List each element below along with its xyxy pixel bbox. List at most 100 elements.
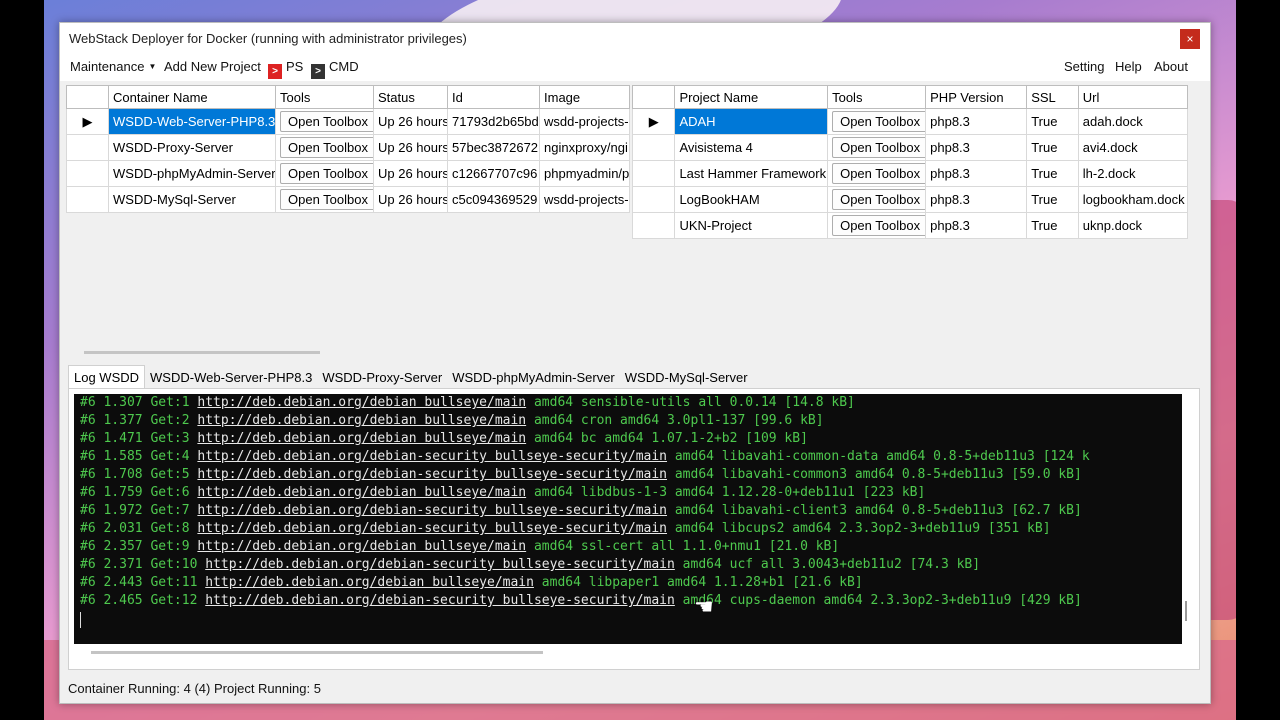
log-suffix: amd64 cups-daemon amd64 2.3.3op2-3+deb11… [674,593,1082,608]
open-toolbox-button[interactable]: Open Toolbox [832,215,925,236]
menu-add-project[interactable]: Add New Project [164,59,261,74]
menu-help[interactable]: Help [1115,59,1142,74]
log-suffix: amd64 sensible-utils all 0.0.14 [14.8 kB… [526,395,855,410]
log-console[interactable]: #6 1.307 Get:1 http://deb.debian.org/deb… [74,394,1182,644]
menu-maintenance[interactable]: Maintenance ▼ [70,59,156,74]
log-suffix: amd64 ucf all 3.0043+deb11u2 [74.3 kB] [674,557,981,572]
console-hscrollbar[interactable] [91,651,543,654]
terminal-icon: > [311,64,325,79]
log-url-link[interactable]: http://deb.debian.org/debian bullseye/ma… [197,485,526,500]
menu-about[interactable]: About [1154,59,1188,74]
log-prefix: #6 2.371 Get:10 [80,557,206,572]
open-toolbox-button[interactable]: Open Toolbox [832,189,925,210]
log-url-link[interactable]: http://deb.debian.org/debian bullseye/ma… [205,575,534,590]
tools-cell: Open Toolbox [827,108,927,135]
col-status[interactable]: Status [373,85,448,109]
id-cell: c12667707c96 [447,160,540,187]
menu-cmd[interactable]: > CMD [311,59,359,79]
row-selector[interactable]: ▶ [66,108,109,135]
project-name[interactable]: Avisistema 4 [674,134,829,161]
log-prefix: #6 1.972 Get:7 [80,503,198,518]
log-url-link[interactable]: http://deb.debian.org/debian-security bu… [205,593,675,608]
row-selector[interactable] [631,212,676,239]
row-pointer-icon: ▶ [648,113,659,129]
log-url-link[interactable]: http://deb.debian.org/debian-security bu… [197,503,667,518]
log-prefix: #6 1.585 Get:4 [80,449,198,464]
menu-setting[interactable]: Setting [1064,59,1104,74]
project-name[interactable]: ADAH [674,108,829,135]
col-id[interactable]: Id [447,85,540,109]
col-container-name[interactable]: Container Name [108,85,276,109]
open-toolbox-button[interactable]: Open Toolbox [280,137,373,158]
log-prefix: #6 2.031 Get:8 [80,521,198,536]
row-selector[interactable] [631,160,676,187]
log-line: #6 2.443 Get:11 http://deb.debian.org/de… [80,574,1182,592]
open-toolbox-button[interactable]: Open Toolbox [280,163,373,184]
url-cell: avi4.dock [1077,134,1189,161]
log-url-link[interactable]: http://deb.debian.org/debian bullseye/ma… [197,395,526,410]
log-panel: #6 1.307 Get:1 http://deb.debian.org/deb… [68,388,1200,670]
table-row[interactable]: WSDD-Proxy-Server Open Toolbox Up 26 hou… [66,134,630,161]
menu-ps[interactable]: > PS [268,59,303,79]
row-selector[interactable] [631,186,676,213]
ssl-cell: True [1026,134,1079,161]
table-row[interactable]: WSDD-MySql-Server Open Toolbox Up 26 hou… [66,186,630,213]
console-vscrollbar[interactable] [1185,601,1187,621]
row-selector[interactable] [631,134,676,161]
open-toolbox-button[interactable]: Open Toolbox [832,163,925,184]
containers-hscrollbar[interactable] [84,351,320,354]
log-url-link[interactable]: http://deb.debian.org/debian bullseye/ma… [197,431,526,446]
open-toolbox-button[interactable]: Open Toolbox [832,137,925,158]
log-suffix: amd64 libcups2 amd64 2.3.3op2-3+deb11u9 … [667,521,1051,536]
container-name[interactable]: WSDD-Web-Server-PHP8.3 [108,108,276,135]
close-button[interactable]: × [1180,29,1200,49]
powershell-icon: > [268,64,282,79]
open-toolbox-button[interactable]: Open Toolbox [280,111,373,132]
log-url-link[interactable]: http://deb.debian.org/debian-security bu… [197,467,667,482]
tab-web-server[interactable]: WSDD-Web-Server-PHP8.3 [145,367,317,388]
table-row[interactable]: ▶ WSDD-Web-Server-PHP8.3 Open Toolbox Up… [66,108,630,135]
container-name[interactable]: WSDD-Proxy-Server [108,134,276,161]
row-selector[interactable] [66,134,109,161]
col-image[interactable]: Image [539,85,630,109]
table-row[interactable]: LogBookHAM Open Toolbox php8.3 True logb… [631,186,1189,213]
log-url-link[interactable]: http://deb.debian.org/debian-security bu… [197,449,667,464]
log-url-link[interactable]: http://deb.debian.org/debian-security bu… [205,557,675,572]
tab-proxy-server[interactable]: WSDD-Proxy-Server [317,367,447,388]
tab-mysql-server[interactable]: WSDD-MySql-Server [620,367,753,388]
project-name[interactable]: Last Hammer Framework [674,160,829,187]
log-suffix: amd64 ssl-cert all 1.1.0+nmu1 [21.0 kB] [526,539,840,554]
log-prefix: #6 1.759 Get:6 [80,485,198,500]
row-header-corner [631,85,676,109]
col-ssl[interactable]: SSL [1026,85,1079,109]
project-name[interactable]: LogBookHAM [674,186,829,213]
table-row[interactable]: UKN-Project Open Toolbox php8.3 True ukn… [631,212,1189,239]
col-php-version[interactable]: PHP Version [925,85,1028,109]
open-toolbox-button[interactable]: Open Toolbox [280,189,373,210]
row-selector[interactable]: ▶ [631,108,676,135]
container-name[interactable]: WSDD-phpMyAdmin-Server [108,160,276,187]
tab-phpmyadmin-server[interactable]: WSDD-phpMyAdmin-Server [447,367,620,388]
ssl-cell: True [1026,160,1079,187]
status-cell: Up 26 hours [373,134,448,161]
log-url-link[interactable]: http://deb.debian.org/debian bullseye/ma… [197,539,526,554]
log-url-link[interactable]: http://deb.debian.org/debian-security bu… [197,521,667,536]
table-row[interactable]: Avisistema 4 Open Toolbox php8.3 True av… [631,134,1189,161]
tab-log-wsdd[interactable]: Log WSDD [68,365,146,388]
table-row[interactable]: ▶ ADAH Open Toolbox php8.3 True adah.doc… [631,108,1189,135]
container-name[interactable]: WSDD-MySql-Server [108,186,276,213]
project-name[interactable]: UKN-Project [674,212,829,239]
col-tools[interactable]: Tools [275,85,374,109]
table-row[interactable]: WSDD-phpMyAdmin-Server Open Toolbox Up 2… [66,160,630,187]
table-row[interactable]: Last Hammer Framework Open Toolbox php8.… [631,160,1189,187]
id-cell: c5c094369529 [447,186,540,213]
col-project-name[interactable]: Project Name [674,85,829,109]
row-selector[interactable] [66,186,109,213]
chevron-down-icon: ▼ [148,62,157,71]
col-url[interactable]: Url [1077,85,1189,109]
php-cell: php8.3 [925,134,1028,161]
open-toolbox-button[interactable]: Open Toolbox [832,111,925,132]
row-selector[interactable] [66,160,109,187]
log-url-link[interactable]: http://deb.debian.org/debian bullseye/ma… [197,413,526,428]
col-tools[interactable]: Tools [827,85,927,109]
